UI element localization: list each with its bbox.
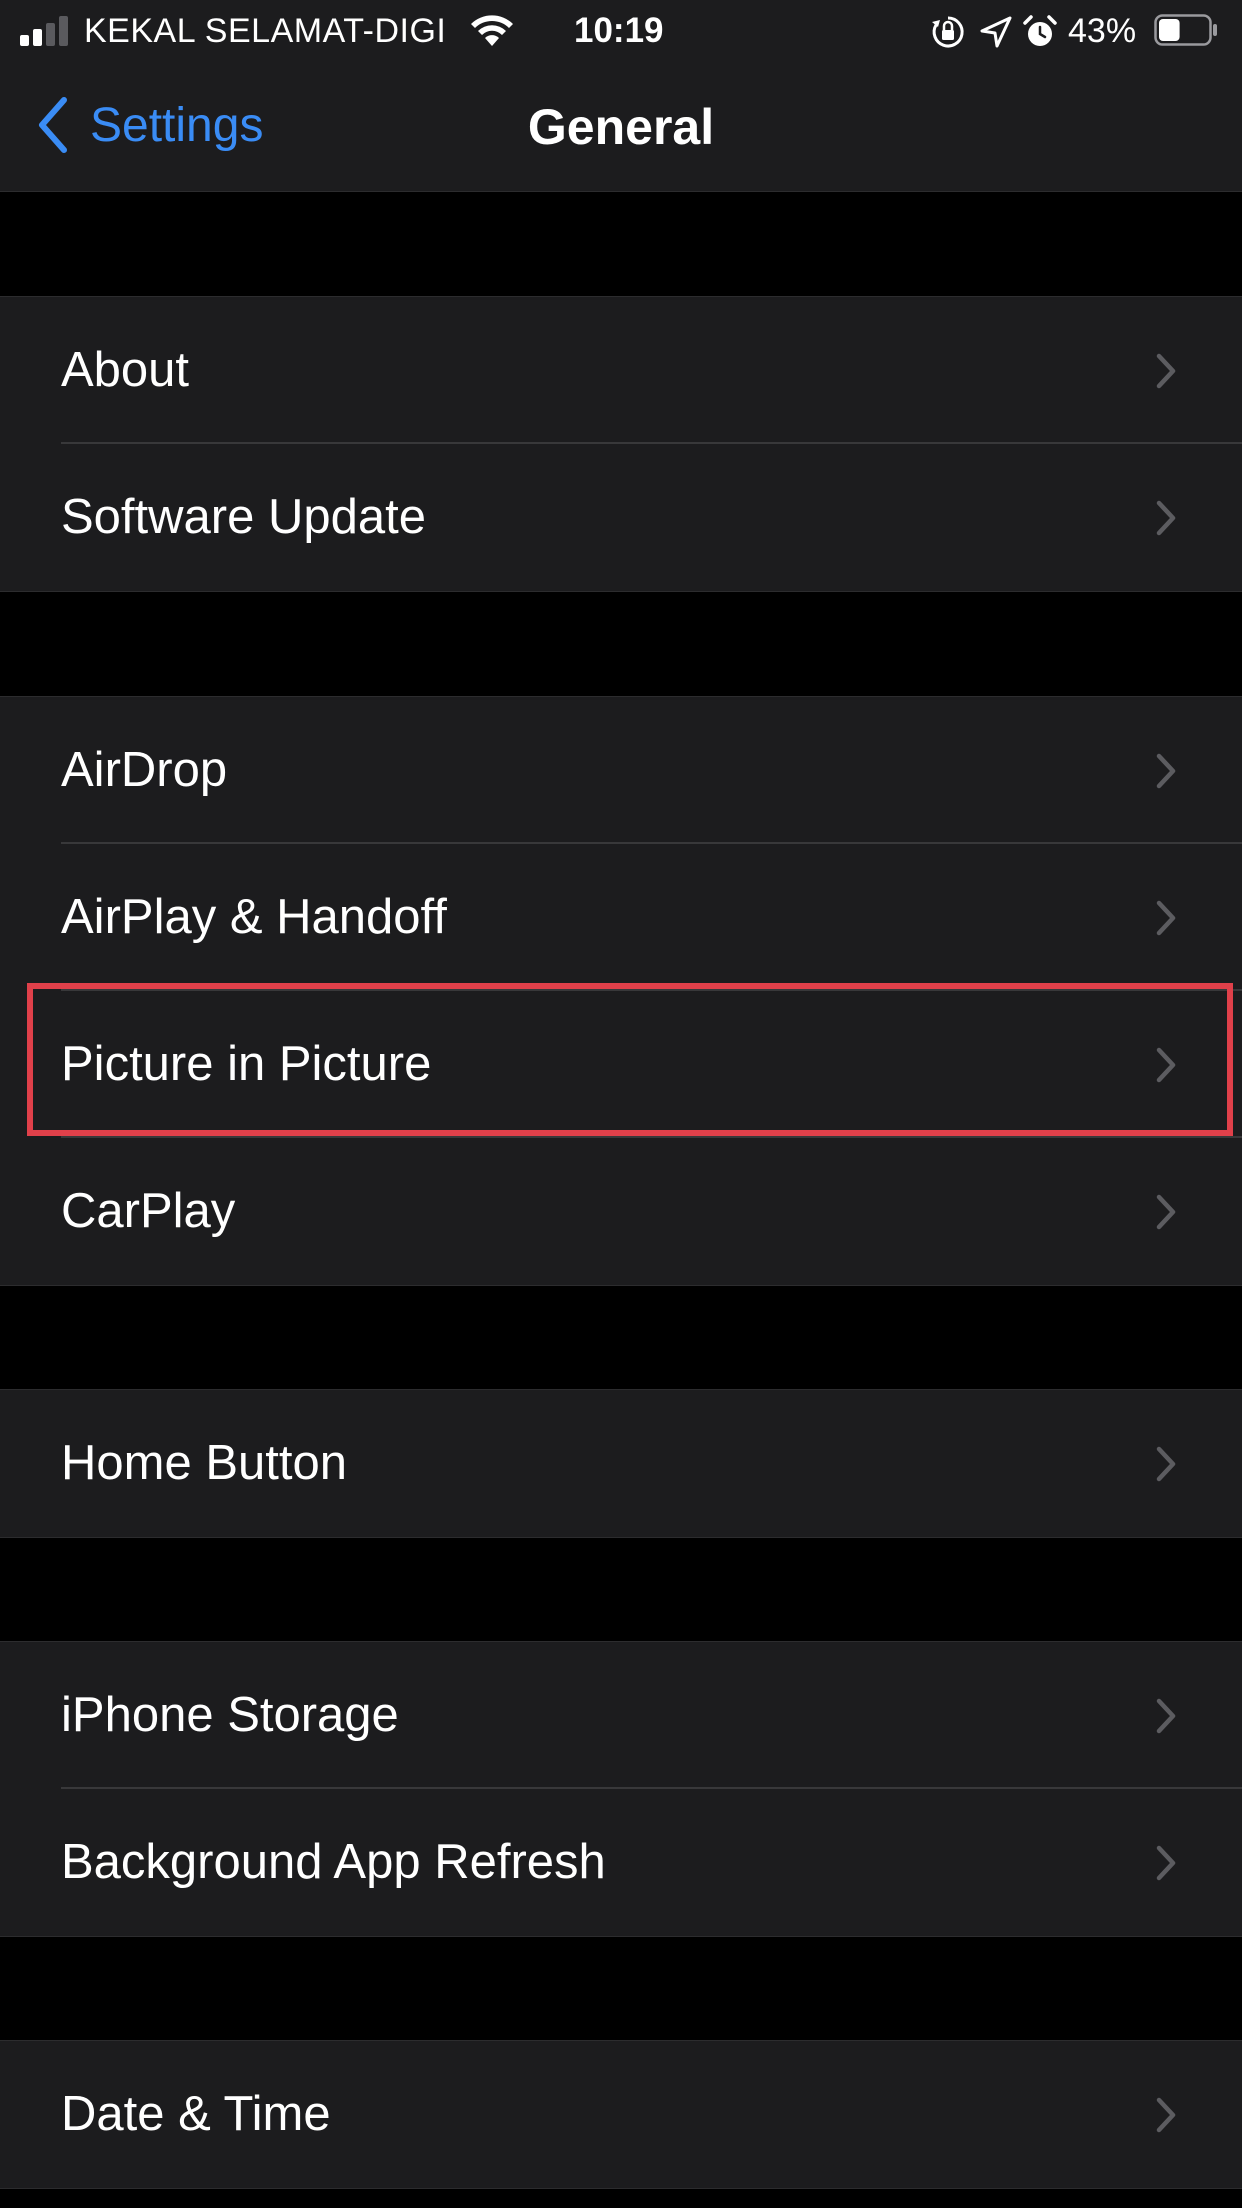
row-label: Software Update (61, 490, 426, 544)
settings-row-carplay[interactable]: CarPlay (0, 1138, 1242, 1285)
row-label: Date & Time (61, 2087, 331, 2141)
row-label: CarPlay (61, 1184, 236, 1238)
battery-icon (1154, 14, 1217, 46)
page-title: General (527, 99, 715, 155)
location-icon (980, 16, 1012, 48)
row-label: iPhone Storage (61, 1688, 399, 1742)
row-label: About (61, 343, 190, 397)
chevron-right-icon (1156, 353, 1176, 389)
settings-group-3: Home Button (0, 1389, 1242, 1538)
settings-row-home-button[interactable]: Home Button (0, 1390, 1242, 1537)
settings-row-airdrop[interactable]: AirDrop (0, 697, 1242, 844)
status-bar: KEKAL SELAMAT-DIGI 10:19 43% (0, 0, 1242, 62)
settings-row-picture-in-picture[interactable]: Picture in Picture (0, 991, 1242, 1138)
row-label: Picture in Picture (61, 1037, 432, 1091)
battery-percent: 43% (1068, 12, 1137, 50)
settings-group-4: iPhone Storage Background App Refresh (0, 1641, 1242, 1937)
chevron-right-icon (1156, 1194, 1176, 1230)
settings-general-screen: KEKAL SELAMAT-DIGI 10:19 43% Settings Ge… (0, 0, 1242, 2208)
navigation-bar: Settings General (0, 62, 1242, 192)
chevron-right-icon (1156, 1047, 1176, 1083)
signal-icon (20, 16, 72, 46)
settings-row-iphone-storage[interactable]: iPhone Storage (0, 1642, 1242, 1789)
settings-group-5: Date & Time (0, 2040, 1242, 2189)
orientation-lock-icon (932, 16, 964, 48)
row-label: AirDrop (61, 743, 228, 797)
chevron-right-icon (1156, 1845, 1176, 1881)
alarm-icon (1023, 15, 1057, 46)
settings-row-background-app-refresh[interactable]: Background App Refresh (0, 1789, 1242, 1936)
chevron-right-icon (1156, 1446, 1176, 1482)
settings-row-about[interactable]: About (0, 297, 1242, 444)
chevron-right-icon (1156, 1698, 1176, 1734)
settings-row-software-update[interactable]: Software Update (0, 444, 1242, 591)
chevron-right-icon (1156, 2097, 1176, 2133)
carrier-name: KEKAL SELAMAT-DIGI (84, 12, 447, 50)
wifi-icon (471, 15, 513, 46)
settings-group-1: About Software Update (0, 296, 1242, 592)
settings-group-2: AirDrop AirPlay & Handoff Picture in Pic… (0, 696, 1242, 1286)
chevron-right-icon (1156, 500, 1176, 536)
settings-row-date-time[interactable]: Date & Time (0, 2041, 1242, 2188)
row-label: Background App Refresh (61, 1835, 606, 1889)
row-label: Home Button (61, 1436, 347, 1490)
chevron-right-icon (1156, 900, 1176, 936)
status-time: 10:19 (574, 11, 664, 50)
row-label: AirPlay & Handoff (61, 890, 447, 944)
settings-row-airplay-handoff[interactable]: AirPlay & Handoff (0, 844, 1242, 991)
chevron-right-icon (1156, 753, 1176, 789)
